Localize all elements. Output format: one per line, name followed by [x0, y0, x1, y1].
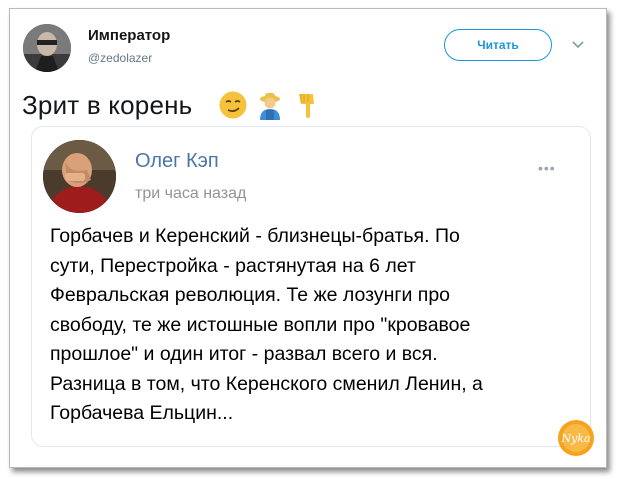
- more-options-icon[interactable]: •••: [538, 160, 556, 176]
- quoted-line: Горбачева Ельцин...: [50, 402, 234, 424]
- author-name[interactable]: Император: [88, 27, 170, 44]
- pointing-down-icon: [299, 94, 314, 118]
- smirking-face-icon: [219, 91, 247, 119]
- quoted-line: Горбачев и Керенский - близнецы-братья. …: [50, 225, 460, 247]
- follow-button[interactable]: Читать: [444, 29, 552, 61]
- author-avatar[interactable]: [23, 24, 71, 72]
- svg-text:Nyka: Nyka: [560, 432, 590, 445]
- tweet-text: Зрит в корень: [22, 90, 193, 120]
- quoted-author-name[interactable]: Олег Кэп: [135, 150, 219, 173]
- author-handle[interactable]: @zedolazer: [88, 51, 152, 65]
- quoted-line: свободу, те же истошные вопли про "крова…: [50, 313, 471, 336]
- watermark-logo: Nyka: [558, 420, 594, 456]
- chevron-down-icon[interactable]: [571, 40, 585, 50]
- quoted-line: прошлое" и один итог - развал всего и вс…: [50, 343, 438, 365]
- quoted-line: сути, Перестройка - растянутая на 6 лет: [50, 254, 416, 277]
- quoted-line: Разница в том, что Керенского сменил Лен…: [50, 372, 483, 395]
- quoted-author-avatar[interactable]: [43, 140, 116, 213]
- quoted-post-text: Горбачев и Керенский - близнецы-братья. …: [50, 222, 570, 429]
- man-farmer-icon: [260, 93, 280, 120]
- quoted-post-time[interactable]: три часа назад: [135, 185, 246, 203]
- quoted-line: Февральская революция. Те же лозунги про: [50, 284, 451, 306]
